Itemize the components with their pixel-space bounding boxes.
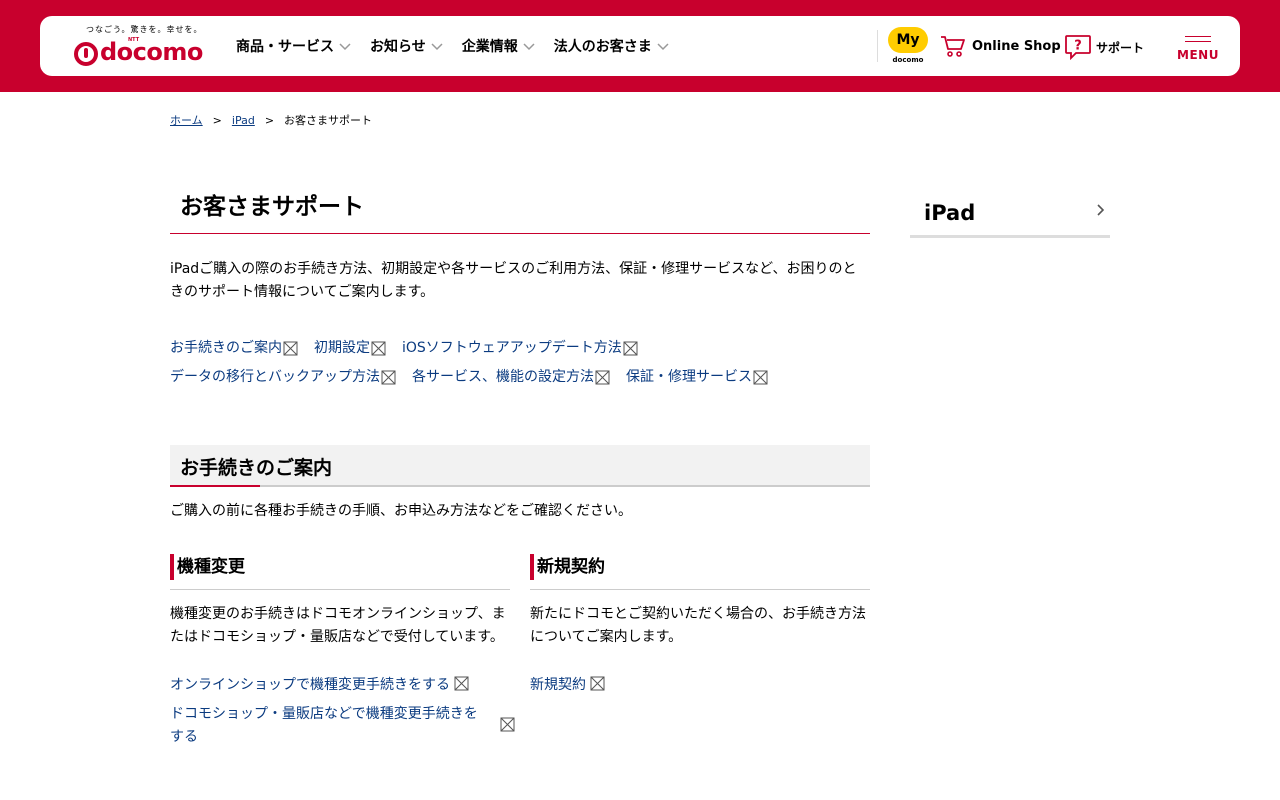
breadcrumb-separator: > [264,113,275,127]
nav-products-label: 商品・サービス [236,39,334,55]
docomo-logo[interactable]: つなごう。驚きを。幸せを。 NTT docomo [72,24,212,68]
link-label: iOSソフトウェアアップデート方法 [402,340,622,356]
new-contract-links: 新規契約 [530,674,870,697]
chevron-down-icon [339,43,351,51]
link-procedures[interactable]: お手続きのご案内 [170,334,298,363]
my-docomo-sub: docomo [892,56,924,64]
nav-products[interactable]: 商品・サービス [236,36,352,56]
link-label: 保証・修理サービス [626,369,752,385]
chevron-down-icon [523,43,535,51]
breadcrumb-home[interactable]: ホーム [170,112,203,128]
cart-icon [941,36,965,57]
docomo-mark-icon [74,42,98,66]
global-nav: 商品・サービス お知らせ 企業情報 法人のお客さま [236,16,670,76]
header-divider [877,30,878,62]
menu-label: MENU [1177,48,1219,62]
nav-corporate[interactable]: 企業情報 [462,36,536,56]
quick-links-row: データの移行とバックアップ方法 各サービス、機能の設定方法 保証・修理サービス [170,363,890,392]
link-label: 各サービス、機能の設定方法 [412,369,594,385]
link-label: オンラインショップで機種変更手続きをする [170,677,450,693]
link-warranty-repair[interactable]: 保証・修理サービス [626,363,768,392]
link-label: データの移行とバックアップ方法 [170,369,380,385]
model-change-links: オンラインショップで機種変更手続きをする ドコモショップ・量販店などで機種変更手… [170,674,515,749]
link-online-model-change[interactable]: オンラインショップで機種変更手続きをする [170,674,510,697]
link-label: 新規契約 [530,677,586,693]
link-label: ドコモショップ・量販店などで機種変更手続きをする [170,706,478,745]
external-link-icon [371,341,386,356]
nav-corporate-label: 企業情報 [461,39,518,55]
online-shop-label: Online Shop [972,38,1061,54]
external-link-icon [381,370,396,385]
chevron-down-icon [431,43,443,51]
section-title: お手続きのご案内 [170,445,870,487]
link-initial-setup[interactable]: 初期設定 [314,334,386,363]
external-link-icon [623,341,638,356]
support-link[interactable]: ? サポート [1064,34,1144,60]
external-link-icon [595,370,610,385]
link-label: 初期設定 [314,340,370,356]
page-intro: iPadご購入の際のお手続き方法、初期設定や各サービスのご利用方法、保証・修理サ… [170,261,857,300]
my-docomo-button[interactable]: My docomo [888,27,928,65]
quick-links: お手続きのご案内 初期設定 iOSソフトウェアアップデート方法 データの移行とバ… [170,334,890,392]
link-label: お手続きのご案内 [170,340,282,356]
chevron-down-icon [657,43,669,51]
link-shop-model-change[interactable]: ドコモショップ・量販店などで機種変更手続きをする [170,703,515,749]
sidebar-ipad-link[interactable]: iPad [910,193,1110,238]
model-change-title: 機種変更 [170,554,510,590]
menu-button[interactable]: MENU [1176,34,1220,64]
nav-news-label: お知らせ [370,39,426,55]
section-desc: ご購入の前に各種お手続きの手順、お申込み方法などをご確認ください。 [170,503,632,519]
link-ios-update[interactable]: iOSソフトウェアアップデート方法 [402,334,638,363]
help-bubble-icon: ? [1065,35,1091,60]
chevron-right-icon [1097,204,1105,216]
model-change-desc: 機種変更のお手続きはドコモオンラインショップ、またはドコモショップ・量販店などで… [170,606,506,645]
external-link-icon [753,370,768,385]
page-title: お客さまサポート [170,190,870,234]
link-data-migration[interactable]: データの移行とバックアップ方法 [170,363,396,392]
model-change-column: 機種変更 機種変更のお手続きはドコモオンラインショップ、またはドコモショップ・量… [170,554,515,755]
quick-links-row: お手続きのご案内 初期設定 iOSソフトウェアアップデート方法 [170,334,890,363]
svg-text:?: ? [1074,39,1082,54]
nav-news[interactable]: お知らせ [370,36,444,56]
external-link-icon [590,676,605,691]
new-contract-desc: 新たにドコモとご契約いただく場合の、お手続き方法についてご案内します。 [530,606,866,645]
breadcrumb-ipad[interactable]: iPad [232,114,255,127]
breadcrumb: ホーム > iPad > お客さまサポート [170,112,372,128]
external-link-icon [454,676,469,691]
hamburger-icon [1185,36,1211,42]
external-link-icon [500,717,515,732]
support-label: サポート [1096,40,1145,55]
new-contract-title: 新規契約 [530,554,870,590]
nav-business-label: 法人のお客さま [553,39,652,55]
link-service-settings[interactable]: 各サービス、機能の設定方法 [412,363,610,392]
nav-business[interactable]: 法人のお客さま [554,36,670,56]
logo-word: docomo [100,38,203,66]
logo-tagline: つなごう。驚きを。幸せを。 [86,25,203,34]
breadcrumb-current: お客さまサポート [284,114,373,127]
external-link-icon [283,341,298,356]
site-header: つなごう。驚きを。幸せを。 NTT docomo 商品・サービス お知らせ 企業… [40,16,1240,76]
breadcrumb-separator: > [212,113,222,127]
my-docomo-label: My [888,27,928,53]
new-contract-column: 新規契約 新たにドコモとご契約いただく場合の、お手続き方法についてご案内します。… [530,554,870,703]
link-new-contract[interactable]: 新規契約 [530,674,870,697]
online-shop-link[interactable]: Online Shop [940,34,1061,58]
sidebar-title: iPad [924,201,976,225]
